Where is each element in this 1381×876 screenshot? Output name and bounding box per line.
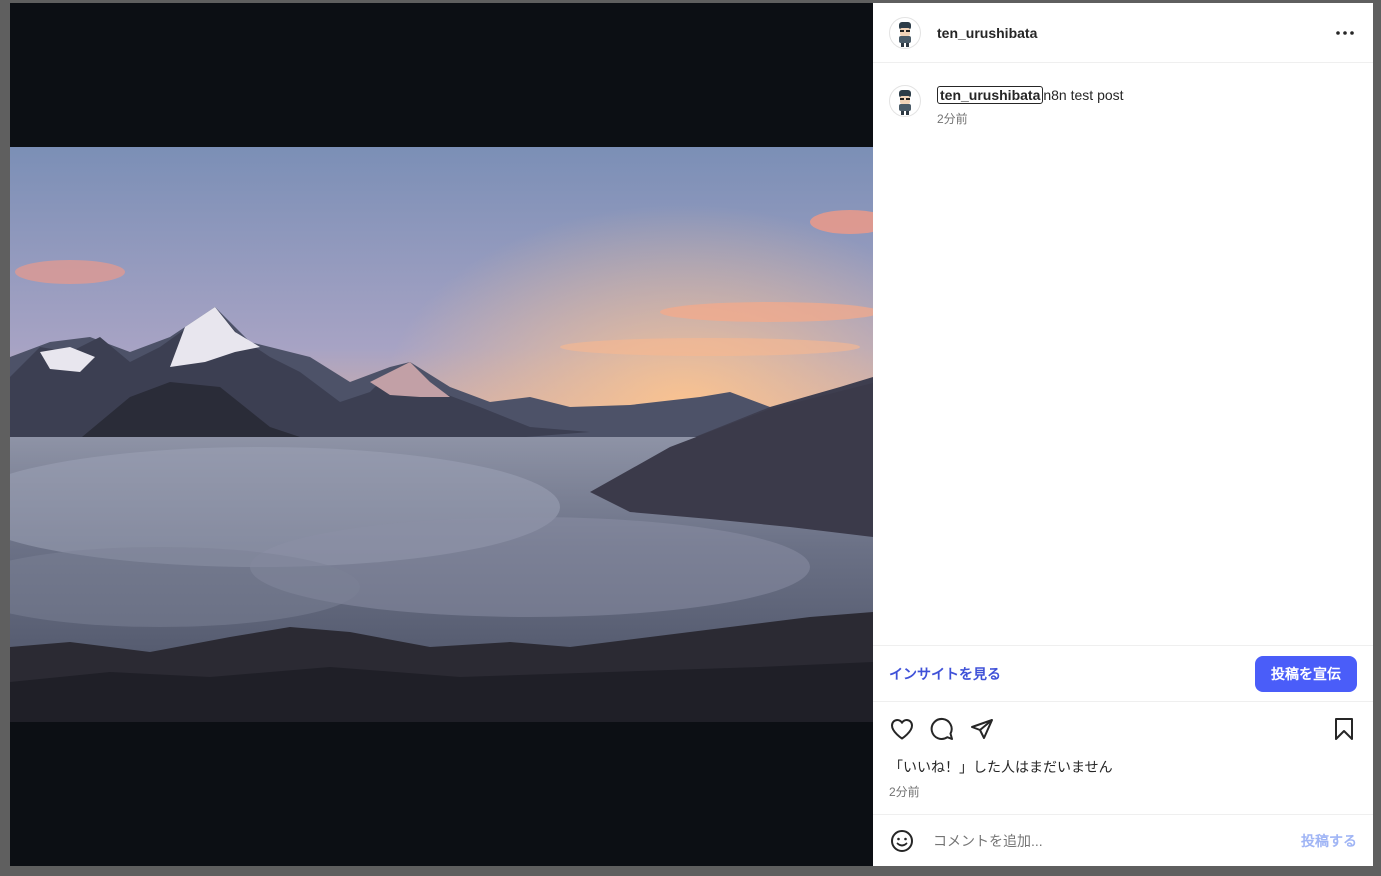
heart-icon [891,719,913,740]
comment-icon [930,717,953,740]
promote-post-button[interactable]: 投稿を宣伝 [1255,655,1357,692]
more-options-button[interactable] [1333,21,1357,45]
comment-bar: 投稿する [873,814,1373,866]
caption-area: ten_urushibata n8n test post 2分前 [873,63,1373,645]
save-button[interactable] [1331,716,1357,742]
share-button[interactable] [969,716,995,742]
caption-line: ten_urushibata n8n test post [937,86,1124,104]
caption-row: ten_urushibata n8n test post 2分前 [889,85,1357,127]
insight-bar: インサイトを見る 投稿を宣伝 [873,645,1373,702]
post-image [10,147,873,722]
like-button[interactable] [889,716,915,742]
action-icon-row [889,712,1357,746]
view-insights-link[interactable]: インサイトを見る [889,664,1001,684]
likes-status: 「いいね！」した人はまだいません [889,759,1113,775]
comment-input[interactable] [931,831,1301,850]
caption-avatar[interactable] [889,85,921,117]
share-icon [971,719,993,739]
author-username[interactable]: ten_urushibata [937,25,1037,41]
post-comment-button[interactable]: 投稿する [1301,831,1357,851]
caption-body: ten_urushibata n8n test post 2分前 [937,86,1124,127]
more-icon [1336,30,1354,35]
post-media [10,3,873,866]
post-actions: 「いいね！」した人はまだいません 2分前 [873,702,1373,814]
author-avatar[interactable] [889,16,921,49]
avatar-character-icon [899,21,911,47]
caption-username-link[interactable]: ten_urushibata [937,86,1044,104]
comment-button[interactable] [929,716,955,742]
caption-text: n8n test post [1043,87,1124,103]
emoji-icon [891,829,913,852]
avatar-character-icon [899,90,911,115]
emoji-button[interactable] [889,828,915,854]
post-modal: ten_urushibata ten_urushibata n8n test p… [10,3,1373,866]
post-header: ten_urushibata [873,3,1373,63]
bookmark-icon [1335,718,1353,740]
post-details-panel: ten_urushibata ten_urushibata n8n test p… [873,3,1373,866]
post-timestamp: 2分前 [889,785,920,799]
caption-time: 2分前 [937,112,968,126]
